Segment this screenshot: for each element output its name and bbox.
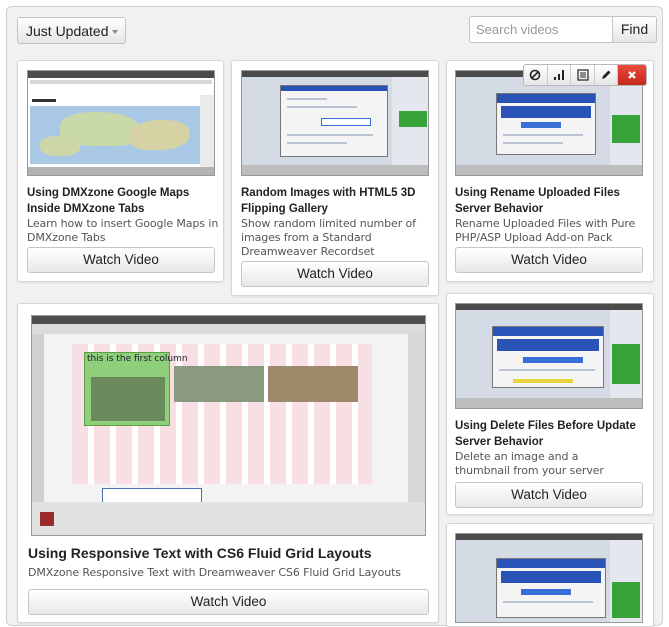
block-icon[interactable] [524, 65, 548, 85]
video-thumbnail[interactable] [455, 303, 643, 409]
video-card: Random Images with HTML5 3D Flipping Gal… [231, 60, 439, 296]
delete-icon[interactable] [618, 65, 646, 85]
video-thumbnail[interactable]: this is the first column [31, 315, 426, 536]
list-icon[interactable] [571, 65, 595, 85]
video-description: Delete an image and a thumbnail from you… [455, 450, 604, 477]
sort-filter-label: Just Updated [26, 23, 109, 39]
video-thumbnail[interactable] [241, 70, 429, 176]
video-title[interactable]: Using Delete Files Before Update Server … [455, 418, 651, 450]
watch-video-button[interactable]: Watch Video [27, 247, 215, 273]
stats-icon[interactable] [548, 65, 572, 85]
video-title[interactable]: Random Images with HTML5 3D Flipping Gal… [241, 185, 431, 217]
video-card: Using Delete Files Before Update Server … [446, 293, 654, 515]
sort-filter-dropdown[interactable]: Just Updated [17, 17, 126, 44]
watch-video-button[interactable]: Watch Video [455, 247, 643, 273]
fluid-grid-column: this is the first column [84, 352, 188, 426]
edit-icon[interactable] [595, 65, 619, 85]
video-card: Using DMXzone Google Maps Inside DMXzone… [17, 60, 224, 282]
video-description: DMXzone Responsive Text with Dreamweaver… [28, 566, 401, 579]
toolbar: Just Updated Find [7, 7, 662, 51]
watch-video-button[interactable]: Watch Video [241, 261, 429, 287]
video-description: Rename Uploaded Files with Pure PHP/ASP … [455, 217, 636, 244]
video-thumbnail[interactable] [27, 70, 215, 176]
watch-video-button[interactable]: Watch Video [28, 589, 429, 615]
video-card: Using Rename Uploaded Files Server Behav… [446, 60, 654, 282]
video-thumbnail[interactable] [455, 533, 643, 623]
video-description: Show random limited number of images fro… [241, 217, 416, 258]
video-gallery-panel: Just Updated Find Using DMXzone Google M… [6, 6, 663, 627]
chevron-down-icon [112, 30, 118, 34]
video-title[interactable]: Using Responsive Text with CS6 Fluid Gri… [28, 544, 428, 562]
video-description: Learn how to insert Google Maps in DMXzo… [27, 217, 219, 244]
video-card: this is the first column Using Responsiv… [17, 303, 439, 623]
video-title[interactable]: Using Rename Uploaded Files Server Behav… [455, 185, 645, 217]
search-input[interactable] [469, 16, 613, 43]
video-card [446, 523, 654, 627]
map-image [30, 106, 200, 164]
column-caption: this is the first column [87, 354, 188, 364]
video-title[interactable]: Using DMXzone Google Maps Inside DMXzone… [27, 185, 217, 217]
find-button[interactable]: Find [612, 16, 657, 43]
card-admin-toolbar [523, 64, 647, 86]
watch-video-button[interactable]: Watch Video [455, 482, 643, 508]
